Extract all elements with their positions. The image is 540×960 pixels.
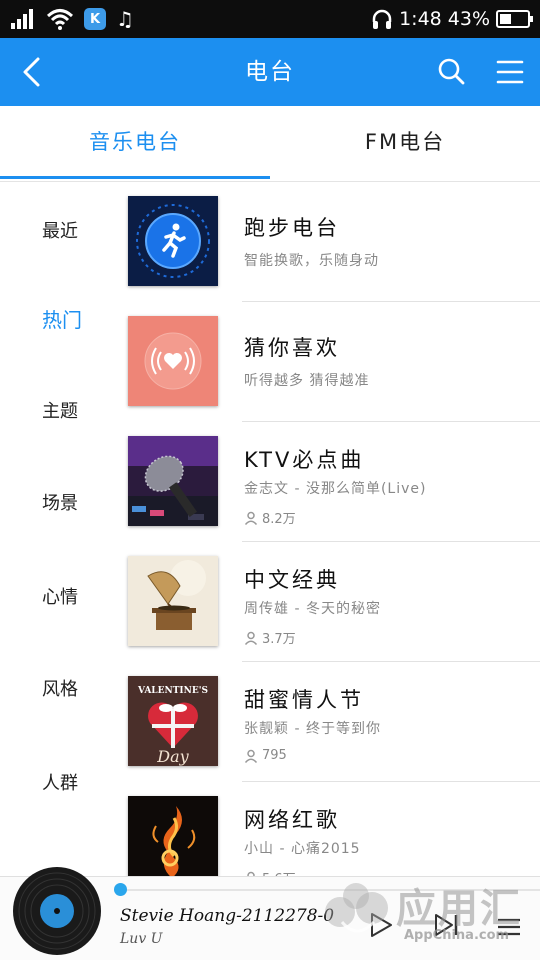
- station-title: KTV必点曲: [244, 448, 365, 472]
- station-cover-ktv: [128, 436, 218, 526]
- category-crowd[interactable]: 人群: [0, 764, 120, 804]
- station-subtitle: 智能换歌，乐随身动: [244, 253, 379, 269]
- status-time: 1:48: [399, 8, 442, 30]
- station-cover-classic: [128, 556, 218, 646]
- list-item[interactable]: 跑步电台 智能换歌，乐随身动: [120, 182, 540, 302]
- station-cover-valentine: VALENTINE'S Day: [128, 676, 218, 766]
- play-button[interactable]: [366, 910, 396, 940]
- listener-count-value: 3.7万: [262, 632, 296, 647]
- station-cover-guess: [128, 316, 218, 406]
- battery-percent: 43%: [447, 8, 490, 30]
- list-item[interactable]: 中文经典 周传雄 - 冬天的秘密 3.7万: [120, 542, 540, 662]
- search-icon: [438, 58, 465, 85]
- progress-handle[interactable]: [114, 883, 127, 896]
- user-icon: [244, 749, 258, 763]
- app-k-icon: K: [84, 8, 106, 30]
- valentine-cover-top-text: VALENTINE'S: [137, 686, 208, 696]
- station-title: 网络红歌: [244, 808, 340, 832]
- tab-bar: 音乐电台 FM电台: [0, 106, 540, 182]
- album-disc[interactable]: [12, 866, 102, 956]
- back-arrow-icon: [23, 57, 40, 87]
- station-subtitle: 小山 - 心痛2015: [244, 841, 361, 857]
- station-title: 猜你喜欢: [244, 336, 340, 360]
- battery-icon: [496, 10, 533, 28]
- status-left: K ♫: [10, 7, 134, 31]
- category-style[interactable]: 风格: [0, 670, 120, 710]
- play-icon: [371, 913, 392, 937]
- app-bar: 电台: [0, 38, 540, 106]
- category-recent[interactable]: 最近: [0, 212, 120, 252]
- listener-count-value: 8.2万: [262, 512, 296, 527]
- status-right: 1:48 43%: [371, 7, 533, 31]
- now-playing-artist: Luv U: [120, 931, 163, 947]
- music-note-icon: ♫: [116, 7, 134, 31]
- tab-music-radio[interactable]: 音乐电台: [0, 106, 270, 182]
- user-icon: [244, 511, 258, 525]
- listener-count: 8.2万: [244, 508, 296, 527]
- now-playing-title: Stevie Hoang-2112278-0: [120, 906, 335, 926]
- list-item[interactable]: VALENTINE'S Day 甜蜜情人节 张靓颖 - 终于等到你 795: [120, 662, 540, 782]
- station-subtitle: 金志文 - 没那么简单(Live): [244, 481, 427, 497]
- battery-fill: [500, 14, 511, 24]
- tab-indicator: [0, 176, 270, 179]
- user-icon: [244, 631, 258, 645]
- vinyl-record-icon: [13, 867, 101, 955]
- headphones-icon: [372, 9, 392, 29]
- status-bar: K ♫ 1:48 43%: [0, 0, 540, 38]
- station-title: 跑步电台: [244, 216, 340, 240]
- station-cover-internet-hits: [128, 796, 218, 886]
- station-subtitle: 听得越多 猜得越准: [244, 373, 370, 389]
- watermark-site: AppChina.com: [404, 928, 510, 943]
- station-title: 中文经典: [244, 568, 340, 592]
- station-title: 甜蜜情人节: [244, 688, 364, 712]
- valentine-cover-bottom-text: Day: [156, 747, 189, 766]
- listener-count-value: 795: [262, 748, 287, 763]
- listener-count: 795: [244, 748, 287, 763]
- menu-button[interactable]: [490, 52, 530, 92]
- category-mood[interactable]: 心情: [0, 578, 120, 618]
- list-item[interactable]: 猜你喜欢 听得越多 猜得越准: [120, 302, 540, 422]
- station-subtitle: 张靓颖 - 终于等到你: [244, 721, 381, 737]
- station-cover-running: [128, 196, 218, 286]
- signal-icon: [11, 9, 33, 29]
- category-scene[interactable]: 场景: [0, 484, 120, 524]
- wifi-icon: [46, 9, 74, 30]
- category-theme[interactable]: 主题: [0, 392, 120, 432]
- listener-count: 3.7万: [244, 628, 296, 647]
- tab-fm-radio[interactable]: FM电台: [270, 106, 540, 182]
- category-hot[interactable]: 热门: [0, 300, 120, 340]
- search-button[interactable]: [432, 52, 472, 92]
- list-item[interactable]: KTV必点曲 金志文 - 没那么简单(Live) 8.2万: [120, 422, 540, 542]
- watermark-brand: 应用汇: [396, 886, 522, 932]
- station-subtitle: 周传雄 - 冬天的秘密: [244, 601, 381, 617]
- menu-icon: [496, 60, 524, 84]
- back-button[interactable]: [14, 52, 54, 92]
